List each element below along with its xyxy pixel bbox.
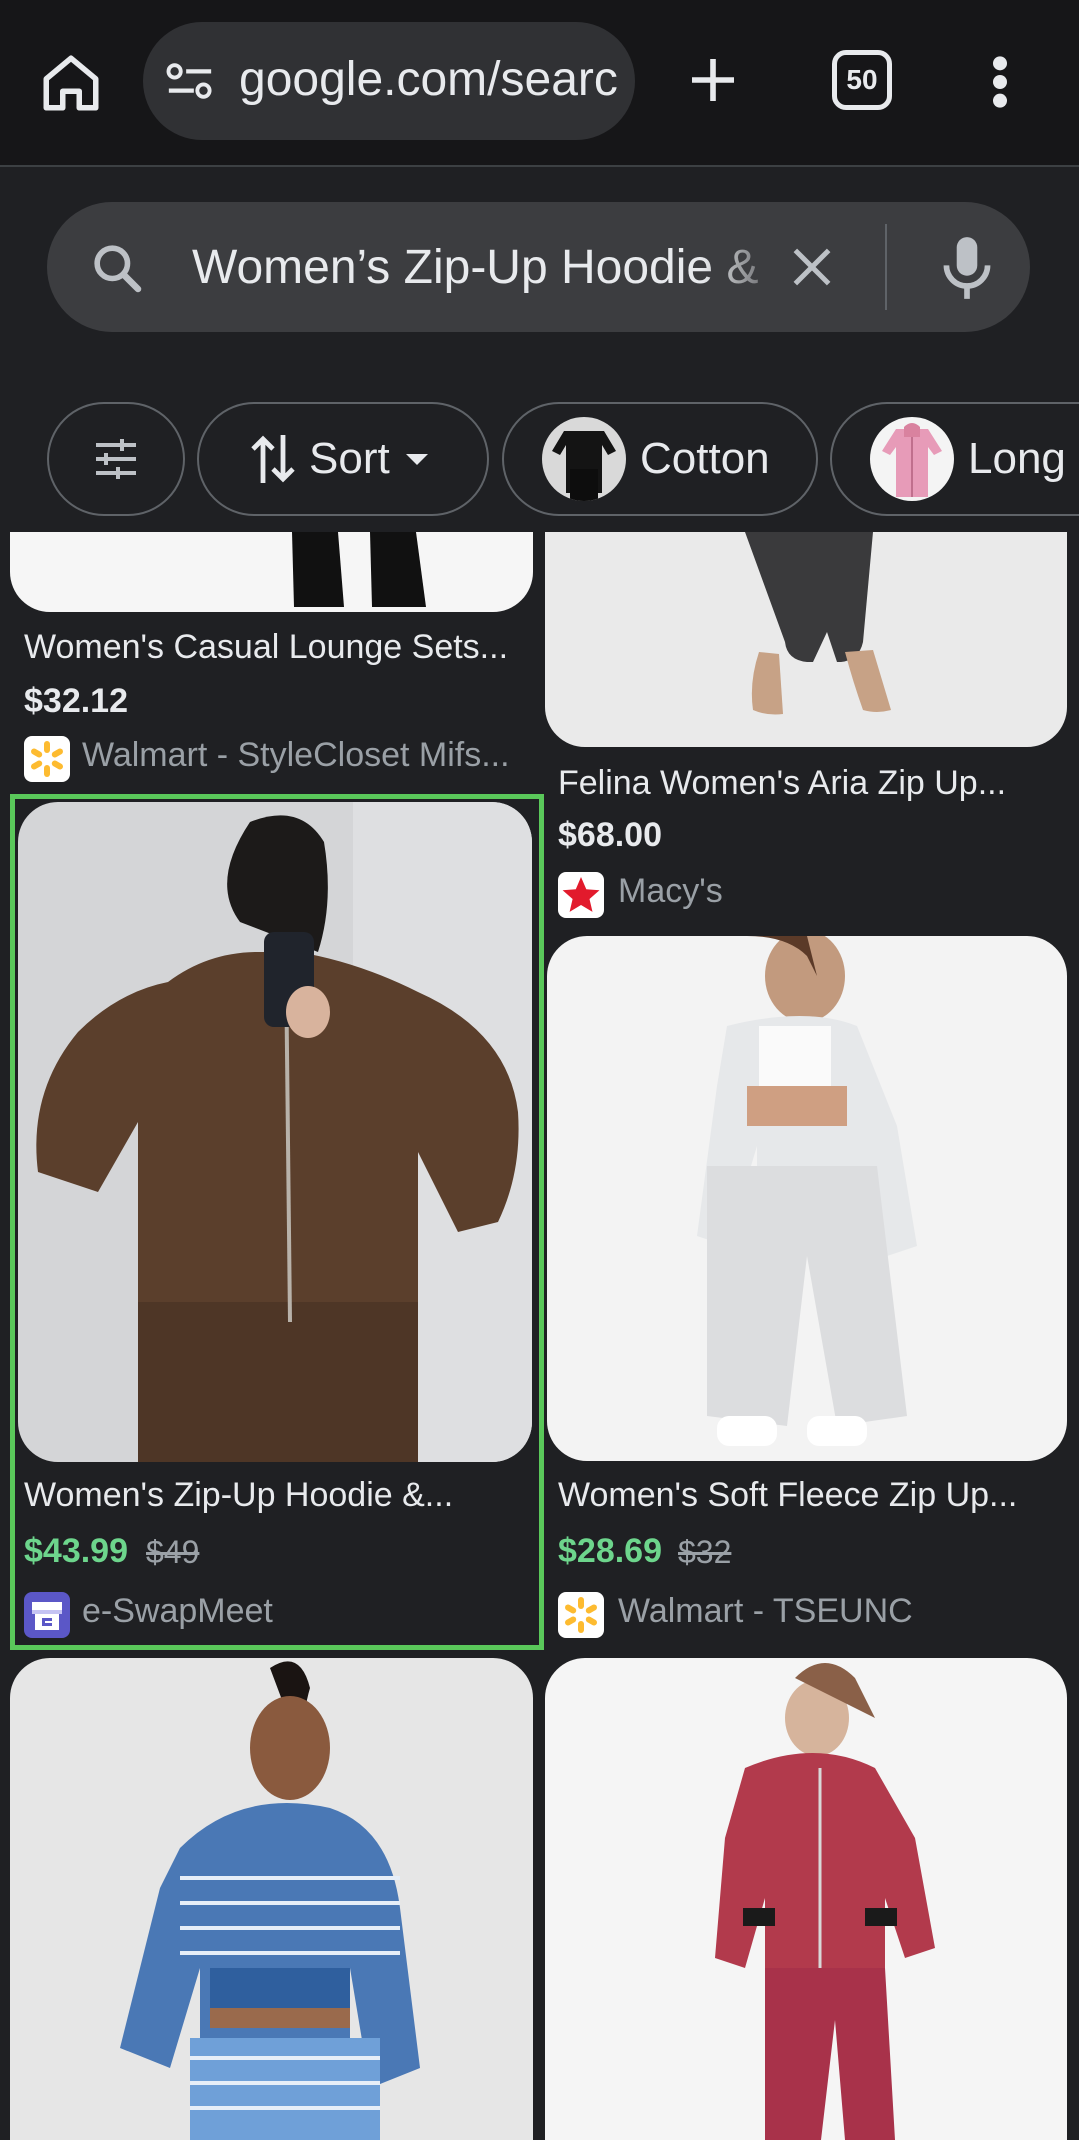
product-original-price: $32 (678, 1534, 732, 1570)
new-tab-icon[interactable] (685, 52, 741, 108)
product-sale-price: $28.69 (558, 1532, 662, 1570)
product-price: $68.00 (558, 816, 662, 854)
product-image[interactable] (545, 1658, 1067, 2140)
product-title[interactable]: Women's Soft Fleece Zip Up... (558, 1476, 1017, 1515)
more-options-icon[interactable] (990, 54, 1010, 110)
product-store: Macy's (618, 872, 723, 910)
filters-button[interactable] (47, 402, 185, 516)
home-icon[interactable] (38, 50, 104, 116)
site-settings-icon[interactable] (165, 59, 215, 103)
cotton-chip[interactable]: Cotton (502, 402, 818, 516)
search-icon (94, 245, 142, 293)
url-text: google.com/searc (239, 53, 618, 106)
tab-switcher-button[interactable]: 50 (832, 50, 892, 110)
filter-chips: Sort Cotton Long S (0, 402, 1079, 522)
long-sleeve-thumbnail (870, 417, 954, 501)
product-image[interactable] (545, 532, 1067, 747)
search-divider (885, 224, 887, 310)
product-price: $32.12 (24, 682, 128, 720)
product-image[interactable] (10, 532, 533, 612)
filters-icon (96, 439, 136, 479)
walmart-logo-icon (558, 1592, 604, 1638)
product-store: Walmart - TSEUNC (618, 1592, 913, 1630)
search-query[interactable]: Women’s Zip-Up Hoodie & (192, 240, 792, 295)
shopping-results: Women's Casual Lounge Sets... $32.12 Wal… (0, 532, 1079, 2140)
long-sleeve-chip[interactable]: Long S (830, 402, 1079, 516)
product-title[interactable]: Women's Casual Lounge Sets... (24, 628, 508, 667)
clear-icon[interactable] (787, 242, 837, 292)
long-sleeve-label: Long S (968, 434, 1079, 483)
product-image[interactable] (10, 1658, 533, 2140)
address-bar[interactable]: google.com/searc (143, 22, 635, 140)
product-image[interactable] (547, 936, 1067, 1461)
product-title[interactable]: Felina Women's Aria Zip Up... (558, 764, 1006, 803)
selected-product-highlight (10, 794, 544, 1650)
sort-label: Sort (309, 434, 390, 483)
cotton-label: Cotton (640, 434, 770, 483)
cotton-thumbnail (542, 417, 626, 501)
chevron-down-icon (405, 454, 428, 465)
search-box[interactable]: Women’s Zip-Up Hoodie & (47, 202, 1030, 332)
walmart-logo-icon (24, 736, 70, 782)
microphone-icon[interactable] (935, 232, 999, 304)
macys-logo-icon (558, 872, 604, 918)
product-store: Walmart - StyleCloset Mifs... (82, 736, 510, 774)
browser-toolbar: google.com/searc 50 (0, 0, 1079, 167)
sort-chip[interactable]: Sort (197, 402, 489, 516)
sort-arrows-icon (251, 435, 295, 483)
